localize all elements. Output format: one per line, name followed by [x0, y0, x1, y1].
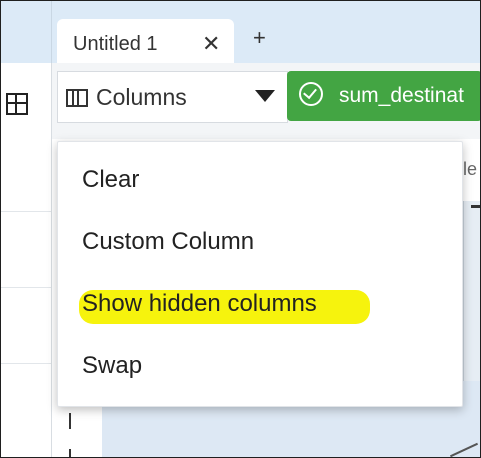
columns-label: Columns — [96, 84, 187, 110]
grid-icon[interactable] — [6, 93, 28, 115]
axis-tick — [471, 205, 480, 208]
columns-dropdown-button[interactable]: Columns — [57, 71, 288, 123]
menu-item-show-hidden-columns[interactable]: Show hidden columns — [82, 290, 317, 318]
left-header — [1, 1, 52, 63]
menu-item-swap[interactable]: Swap — [82, 352, 142, 380]
columns-menu: Clear Custom Column Show hidden columns … — [57, 141, 463, 407]
axis-tick — [69, 413, 71, 429]
chevron-down-icon — [255, 90, 275, 102]
check-circle-icon — [299, 82, 323, 106]
tab-label: Untitled 1 — [73, 33, 158, 55]
vertical-scrollbar[interactable] — [463, 201, 480, 381]
close-icon[interactable]: ✕ — [202, 31, 220, 57]
tab-strip: Untitled 1 ✕ + — [1, 1, 480, 63]
app-frame: Untitled 1 ✕ + Columns sum_destinat le C… — [0, 0, 481, 458]
chip-label: sum_destinat — [339, 84, 464, 107]
sum-destination-chip[interactable]: sum_destinat — [287, 71, 480, 121]
left-toolbar — [1, 63, 52, 139]
axis-tick — [69, 449, 71, 457]
partial-label: le — [463, 159, 478, 179]
left-panel — [1, 139, 52, 457]
menu-item-custom-column[interactable]: Custom Column — [82, 228, 254, 256]
columns-icon — [66, 89, 88, 107]
toolbar: Columns sum_destinat — [1, 63, 480, 140]
tab-untitled-1[interactable]: Untitled 1 ✕ — [57, 19, 234, 63]
plus-icon[interactable]: + — [253, 25, 266, 51]
menu-item-clear[interactable]: Clear — [82, 166, 139, 194]
